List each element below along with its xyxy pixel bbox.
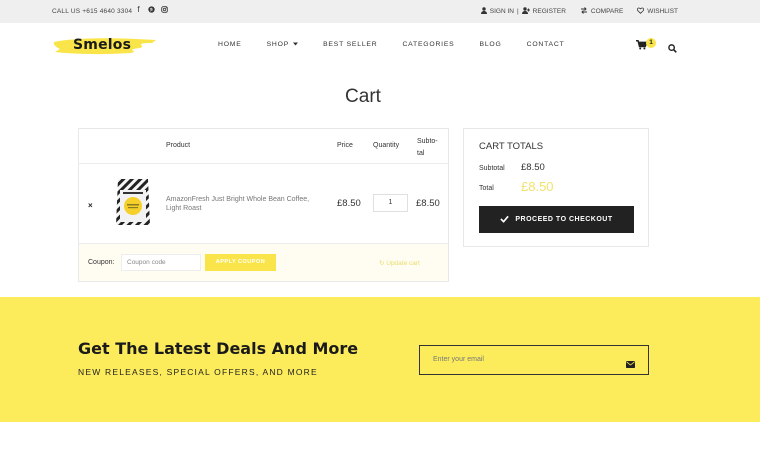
nav-categories[interactable]: CATEGORIES — [402, 41, 454, 48]
total-value: £8.50 — [521, 179, 554, 194]
wishlist-link[interactable]: WISHLIST — [637, 7, 678, 16]
header-subtotal: Subto- tal — [417, 138, 438, 157]
proceed-to-checkout-button[interactable]: PROCEED TO CHECKOUT — [479, 206, 634, 233]
row-divider — [79, 163, 448, 164]
newsletter-section: Get The Latest Deals And More NEW RELEAS… — [0, 297, 760, 422]
header-quantity: Quantity — [373, 142, 400, 149]
envelope-icon[interactable] — [626, 355, 635, 373]
header-product: Product — [166, 142, 191, 149]
line-subtotal: £8.50 — [416, 198, 440, 209]
user-icon — [480, 7, 487, 16]
compare-icon — [580, 7, 588, 16]
caret-down-icon — [293, 41, 299, 48]
compare-label: COMPARE — [590, 8, 624, 15]
newsletter-title: Get The Latest Deals And More — [78, 339, 359, 358]
header-price: Price — [337, 142, 353, 149]
phone-number: CALL US +615 4640 3304 — [52, 8, 133, 15]
user-plus-icon — [521, 7, 530, 16]
checkmark-icon — [500, 215, 510, 225]
logo-text: Smelos — [73, 37, 132, 53]
apply-coupon-button[interactable]: APPLY COUPON — [205, 254, 276, 271]
compare-link[interactable]: COMPARE — [580, 7, 623, 16]
account-links: SIGN IN | REGISTER COMPARE WISHLIST — [480, 7, 678, 16]
cart-table: Product Price Quantity Subto- tal × Amaz… — [78, 128, 449, 282]
instagram-icon[interactable] — [161, 6, 168, 14]
pinterest-icon[interactable] — [148, 6, 155, 14]
subtotal-value: £8.50 — [521, 162, 545, 173]
social-links: f — [135, 6, 168, 14]
signin-register-group: SIGN IN | REGISTER — [480, 7, 566, 16]
newsletter-subtitle: NEW RELEASES, SPECIAL OFFERS, AND MORE — [78, 367, 318, 377]
separator: | — [516, 8, 519, 15]
main-nav: HOME SHOP BEST SELLER CATEGORIES BLOG CO… — [218, 41, 565, 48]
newsletter-email-input[interactable]: Enter your email — [419, 345, 649, 375]
nav-shop[interactable]: SHOP — [266, 41, 299, 48]
product-thumbnail[interactable] — [115, 177, 151, 227]
page-title: Cart — [345, 86, 381, 107]
main-header: Smelos HOME SHOP BEST SELLER CATEGORIES … — [0, 23, 760, 67]
sign-in-link[interactable]: SIGN IN — [490, 8, 514, 15]
subtotal-label: Subtotal — [479, 165, 505, 172]
facebook-icon[interactable]: f — [135, 6, 142, 14]
checkout-label: PROCEED TO CHECKOUT — [515, 216, 613, 223]
coupon-row: Coupon: Coupon code APPLY COUPON ↻ Updat… — [79, 244, 448, 281]
nav-best-seller[interactable]: BEST SELLER — [323, 41, 377, 48]
coupon-label: Coupon: — [88, 259, 115, 266]
nav-blog[interactable]: BLOG — [480, 41, 502, 48]
remove-item-button[interactable]: × — [88, 201, 93, 210]
quantity-input[interactable]: 1 — [373, 194, 408, 212]
nav-contact[interactable]: CONTACT — [527, 41, 565, 48]
coupon-code-input[interactable]: Coupon code — [121, 254, 201, 271]
update-cart-button[interactable]: ↻ Update cart — [379, 259, 420, 267]
logo[interactable]: Smelos — [52, 37, 160, 55]
nav-shop-label: SHOP — [266, 41, 290, 48]
nav-home[interactable]: HOME — [218, 41, 242, 48]
cart-totals-title: CART TOTALS — [479, 141, 544, 152]
top-bar: CALL US +615 4640 3304 f SIGN IN | REGIS… — [0, 0, 760, 23]
total-label: Total — [479, 185, 494, 192]
cart-count-badge: 1 — [646, 38, 656, 48]
register-link[interactable]: REGISTER — [533, 8, 566, 15]
cart-totals-panel: CART TOTALS Subtotal £8.50 Total £8.50 P… — [463, 128, 649, 247]
product-price: £8.50 — [337, 198, 361, 209]
search-icon[interactable] — [668, 40, 677, 58]
email-placeholder: Enter your email — [433, 356, 484, 363]
heart-icon — [637, 7, 645, 16]
wishlist-label: WISHLIST — [647, 8, 678, 15]
product-name-link[interactable]: AmazonFresh Just Bright Whole Bean Coffe… — [166, 196, 326, 213]
